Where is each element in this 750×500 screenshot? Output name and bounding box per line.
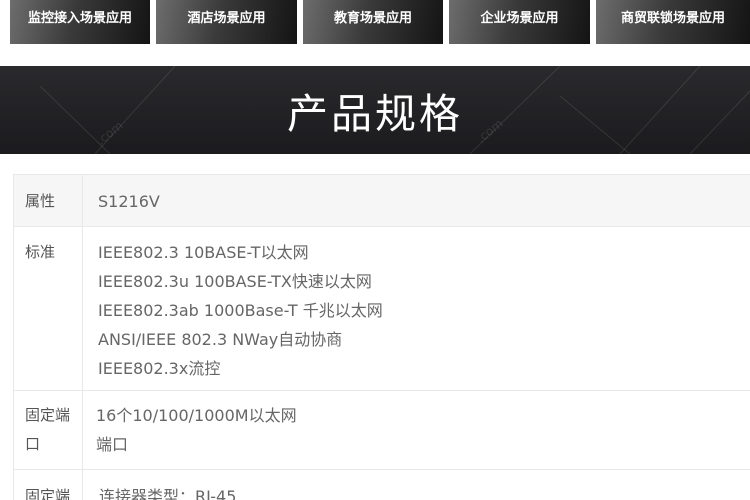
row-value: S1216V (83, 175, 750, 226)
tab-label: 酒店场景应用 (187, 10, 266, 26)
label-line: 固定端 (25, 406, 71, 424)
tab-retail-chain[interactable]: 商贸联锁场景应用 (596, 0, 750, 44)
value-line: 端口 (96, 435, 129, 454)
tab-label: 监控接入场景应用 (27, 10, 132, 26)
page-title: 产品规格 (287, 90, 463, 138)
tab-label: 商贸联锁场景应用 (620, 10, 725, 26)
tab-enterprise[interactable]: 企业场景应用 (449, 0, 590, 44)
table-row: 标准 IEEE802.3 10BASE-T以太网 IEEE802.3u 100B… (13, 227, 750, 391)
tab-label: 企业场景应用 (480, 10, 559, 26)
value-line: IEEE802.3u 100BASE-TX快速以太网 (98, 272, 372, 291)
tab-hotel[interactable]: 酒店场景应用 (156, 0, 297, 44)
spec-table: 属性 S1216V 标准 IEEE802.3 10BASE-T以太网 IEEE8… (13, 174, 750, 500)
row-label: 固定端 (13, 470, 83, 500)
table-row: 属性 S1216V (13, 174, 750, 227)
row-value: 16个10/100/1000M以太网 端口 (83, 391, 750, 469)
row-label: 标准 (13, 227, 83, 390)
row-value: IEEE802.3 10BASE-T以太网 IEEE802.3u 100BASE… (83, 227, 750, 390)
label-line: 口 (25, 435, 41, 453)
value-line: S1216V (98, 192, 160, 211)
value-line: IEEE802.3ab 1000Base-T 千兆以太网 (98, 301, 383, 320)
value-line: 16个10/100/1000M以太网 (96, 406, 297, 425)
section-banner: .com .com 产品规格 (0, 66, 750, 154)
tab-education[interactable]: 教育场景应用 (303, 0, 443, 44)
tab-label: 教育场景应用 (333, 10, 412, 26)
row-label: 属性 (13, 175, 83, 226)
value-line: 连接器类型：RJ-45 (99, 487, 237, 500)
row-value: 连接器类型：RJ-45 (83, 470, 750, 500)
value-line: IEEE802.3x流控 (98, 359, 221, 378)
value-line: ANSI/IEEE 802.3 NWay自动协商 (98, 330, 343, 349)
tab-surveillance-access[interactable]: 监控接入场景应用 (10, 0, 150, 44)
scenario-tab-bar: 监控接入场景应用 酒店场景应用 教育场景应用 企业场景应用 商贸联锁场景应用 (0, 0, 750, 50)
table-row: 固定端 连接器类型：RJ-45 (13, 470, 750, 500)
table-row: 固定端 口 16个10/100/1000M以太网 端口 (13, 391, 750, 470)
row-label: 固定端 口 (13, 391, 83, 469)
value-line: IEEE802.3 10BASE-T以太网 (98, 243, 309, 262)
